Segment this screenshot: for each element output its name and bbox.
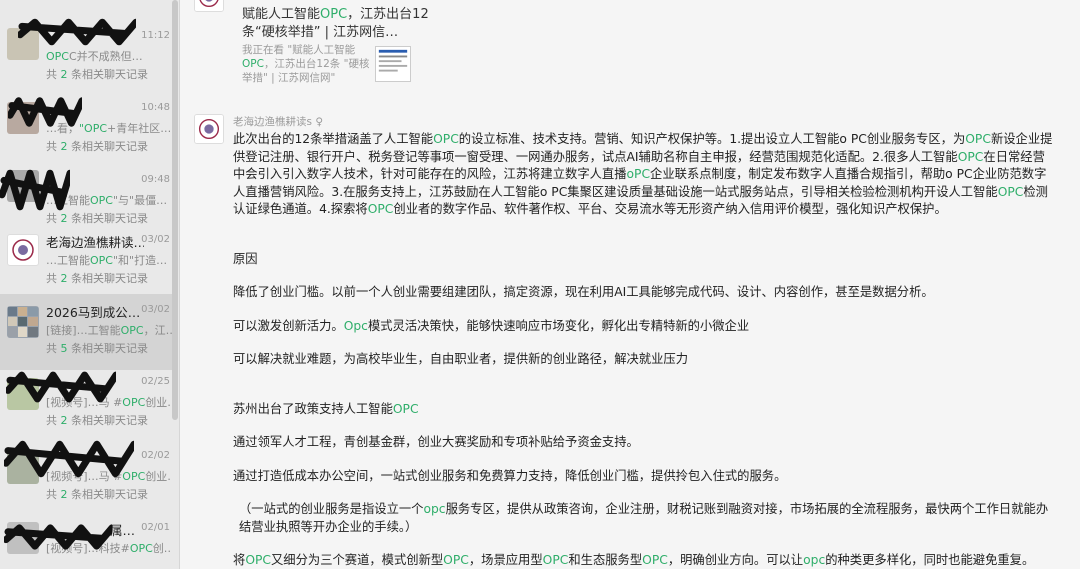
link-sender-avatar[interactable] xyxy=(194,0,224,12)
chat-time: 11:12 xyxy=(141,30,170,41)
paragraph-reason-2: 可以激发创新活力。Opc模式灵活决策快，能够快速响应市场变化，孵化出专精特新的小… xyxy=(233,318,750,333)
paragraph-policy-summary: 此次出台的12条举措涵盖了人工智能OPC的设立标准、技术支持。营销、知识产权保护… xyxy=(233,131,1053,219)
keyword-highlight: OPC xyxy=(957,149,984,164)
paragraph-suzhou-2: 通过打造低成本办公空间，一站式创业服务和免费算力支持，降低创业门槛，提供拎包入住… xyxy=(233,468,787,483)
chat-time: 03/02 xyxy=(141,234,170,245)
chat-preview: [链接]…工智能OPC，江… xyxy=(46,324,172,337)
chat-result-item[interactable]: 2026马到成公…03/02 [链接]…工智能OPC，江… 共 5 条相关聊天记录 xyxy=(0,294,176,370)
related-records-count[interactable]: 共 2 条相关聊天记录 xyxy=(46,210,148,226)
keyword-highlight: OPC xyxy=(245,553,271,567)
chat-time: 10:48 xyxy=(141,102,170,113)
chat-result-item[interactable]: 11:12 OPCC并不成熟但… 共 2 条相关聊天记录 xyxy=(0,18,176,94)
text-run: 的设立标准、技术支持。营销、知识产权保护等。1.提出设立人工智能o PC创业服务… xyxy=(458,132,966,146)
text-run: 苏州出台了政策支持人工智能 xyxy=(233,401,393,416)
message-sender-avatar[interactable] xyxy=(194,114,224,144)
chat-search-results-list: 11:12 OPCC并不成熟但… 共 2 条相关聊天记录 10:48 …看，"OPC+青… xyxy=(0,0,180,569)
keyword-highlight: opc xyxy=(803,553,826,567)
paragraph-suzhou-1: 通过领军人才工程，青创基金群，创业大赛奖励和专项补贴给予资金支持。 xyxy=(233,435,639,449)
chat-avatar xyxy=(7,170,39,202)
chat-preview: [视频号]…马 #OPC创业… xyxy=(46,396,172,409)
related-records-count[interactable]: 共 2 条相关聊天记录 xyxy=(46,66,148,82)
keyword-highlight: opc xyxy=(423,502,446,516)
keyword-highlight: OPC xyxy=(965,132,991,146)
chat-name: 属… xyxy=(110,523,136,538)
chat-preview: …工智能OPC"和"打造… xyxy=(46,254,168,267)
paragraph-suzhou-4: 将OPC又细分为三个赛道，模式创新型OPC，场景应用型OPC和生态服务型OPC，… xyxy=(233,552,1053,569)
link-card-thumbnail xyxy=(375,46,411,82)
keyword-highlight: OPC xyxy=(433,132,459,146)
keyword-highlight: OPC xyxy=(642,553,668,567)
text-run: 的种类更多样化，同时也能避免重复。 xyxy=(825,553,1035,567)
chat-result-item[interactable]: 属… 02/01 [视频号]…科技#OPC创… xyxy=(0,520,176,569)
text-run: 模式灵活决策快，能够快速响应市场变化，孵化出专精特新的小微企业 xyxy=(367,318,750,333)
text-run: ，明确创业方向。可以让 xyxy=(667,553,804,567)
chat-name: 老海边渔樵耕读… xyxy=(46,235,144,250)
chat-avatar xyxy=(7,306,39,338)
text-run: 和生态服务型 xyxy=(568,553,643,567)
link-card-description: 我正在看 "赋能人工智能OPC，江苏出台12条 "硬核举措" | 江苏网信网" xyxy=(242,44,370,84)
text-run: 又细分为三个赛道，模式创新型 xyxy=(271,553,444,567)
related-records-count[interactable]: 共 5 条相关聊天记录 xyxy=(46,340,148,356)
chat-preview: OPCC并不成熟但… xyxy=(46,50,143,63)
sidebar-scrollbar[interactable] xyxy=(172,0,178,420)
related-records-count[interactable]: 共 2 条相关聊天记录 xyxy=(46,486,148,502)
paragraph-reason-3: 可以解决就业难题，为高校毕业生，自由职业者，提供新的创业路径，解决就业压力 xyxy=(233,352,688,366)
chat-time: 02/01 xyxy=(141,522,170,533)
keyword-highlight: OPC xyxy=(997,184,1024,199)
keyword-highlight: OPC xyxy=(542,553,569,567)
paragraph-reason-1: 降低了创业门槛。以前一个人创业需要组建团队，搞定资源，现在利用AI工具能够完成代… xyxy=(233,285,934,299)
chat-time: 09:48 xyxy=(141,174,170,185)
text-run: 将 xyxy=(233,553,246,567)
chat-avatar xyxy=(7,452,39,484)
link-card-title[interactable]: 赋能人工智能OPC，江苏出台12条“硬核举措” | 江苏网信… xyxy=(242,6,442,42)
keyword-highlight: OPC xyxy=(443,553,469,567)
chat-result-item[interactable]: 10:48 …看，"OPC+青年社区… 共 2 条相关聊天记录 xyxy=(0,97,176,166)
chat-avatar xyxy=(7,378,39,410)
related-records-count[interactable]: 共 2 条相关聊天记录 xyxy=(46,412,148,428)
keyword-highlight: OPC xyxy=(367,202,394,216)
paragraph-reason-title: 原因 xyxy=(233,251,258,266)
text-run: （一站式的创业服务是指设立一个 xyxy=(239,502,424,516)
chat-result-item[interactable]: 02/02 [视频号]…马 #OPC创业… 共 2 条相关聊天记录 xyxy=(0,440,176,514)
chat-name: 2026马到成公… xyxy=(46,305,141,320)
chat-avatar xyxy=(7,28,39,60)
keyword-highlight: oPC xyxy=(626,167,651,181)
chat-result-item[interactable]: 老海边渔樵耕读… 03/02 …工智能OPC"和"打造… 共 2 条相关聊天记录 xyxy=(0,232,176,298)
text-run: ，场景应用型 xyxy=(468,553,543,567)
chat-time: 02/02 xyxy=(141,450,170,461)
paragraph-suzhou-3: （一站式的创业服务是指设立一个opc服务专区，提供从政策咨询，企业注册，财税记账… xyxy=(233,501,1053,536)
message-pane: 赋能人工智能OPC，江苏出台12条“硬核举措” | 江苏网信… 我正在看 "赋能… xyxy=(180,0,1080,569)
text-run: 此次出台的12条举措涵盖了人工智能 xyxy=(233,132,434,146)
chat-result-item[interactable]: 02/25 [视频号]…马 #OPC创业… 共 2 条相关聊天记录 xyxy=(0,371,176,440)
message-text: 此次出台的12条举措涵盖了人工智能OPC的设立标准、技术支持。营销、知识产权保护… xyxy=(233,131,1053,569)
related-records-count[interactable]: 共 2 条相关聊天记录 xyxy=(46,138,148,154)
chat-avatar xyxy=(7,234,39,266)
related-records-count[interactable]: 共 2 条相关聊天记录 xyxy=(46,270,148,286)
text-run: 创业者的数字作品、软件著作权、平台、交易流水等无形资产纳入信用评价模型，强化知识… xyxy=(393,202,947,216)
chat-time: 03/02 xyxy=(141,304,170,315)
chat-time: 02/25 xyxy=(141,376,170,387)
paragraph-suzhou-title: 苏州出台了政策支持人工智能OPC xyxy=(233,401,1053,419)
message-sender-name: 老海边渔樵耕读s ♀ xyxy=(233,116,324,128)
chat-result-item[interactable]: 09:48 …工智能OPC"与"最僵… 共 2 条相关聊天记录 xyxy=(0,169,176,238)
chat-preview: …工智能OPC"与"最僵… xyxy=(46,194,168,207)
keyword-highlight: Opc xyxy=(343,318,368,333)
chat-preview: [视频号]…马 #OPC创业… xyxy=(46,470,172,483)
chat-preview: …看，"OPC+青年社区… xyxy=(46,122,172,135)
keyword-highlight: OPC xyxy=(392,401,419,416)
chat-avatar xyxy=(7,102,39,134)
chat-preview: [视频号]…科技#OPC创… xyxy=(46,542,172,555)
chat-avatar xyxy=(7,522,39,554)
